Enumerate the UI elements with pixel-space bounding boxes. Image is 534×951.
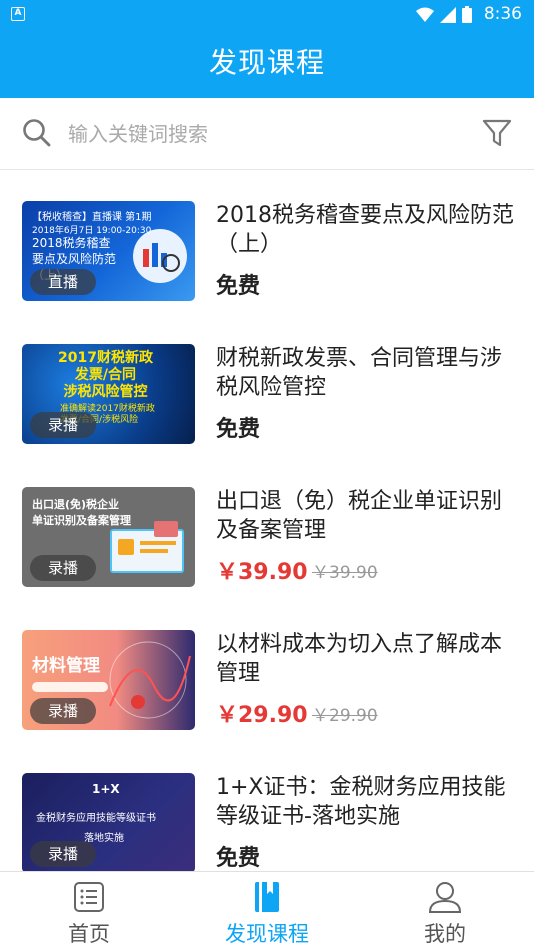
nav-label-home: 首页 (68, 922, 110, 946)
course-thumbnail[interactable]: 1+X 金税财务应用技能等级证书 落地实施 录播 (22, 773, 195, 871)
course-title[interactable]: 财税新政发票、合同管理与涉税风险管控 (216, 344, 516, 402)
original-price: ￥29.90 (312, 706, 378, 726)
course-list: 【税收稽查】直播课 第1期 2018年6月7日 19:00-20:30 2018税… (0, 171, 534, 871)
nav-discover[interactable]: 发现课程 (178, 872, 356, 951)
search-bar (0, 98, 534, 170)
app-notification-icon: A (11, 7, 25, 21)
course-item[interactable]: 【税收稽查】直播课 第1期 2018年6月7日 19:00-20:30 2018税… (0, 171, 534, 313)
course-price: 免费 (216, 846, 261, 871)
course-price: ￥29.90 (216, 703, 308, 728)
course-title[interactable]: 2018税务稽查要点及风险防范（上） (216, 201, 516, 259)
course-thumbnail[interactable]: 材料管理 录播 (22, 630, 195, 730)
app-header: 发现课程 (0, 28, 534, 98)
live-badge: 直播 (30, 269, 96, 295)
person-icon (428, 882, 462, 913)
course-title[interactable]: 以材料成本为切入点了解成本管理 (216, 630, 516, 688)
original-price: ￥39.90 (312, 563, 378, 583)
search-icon[interactable] (22, 118, 52, 148)
wifi-icon (416, 7, 434, 22)
page-title: 发现课程 (208, 46, 325, 79)
chart-illustration (109, 641, 191, 719)
course-item[interactable]: 1+X 金税财务应用技能等级证书 落地实施 录播 1+X证书：金税财务应用技能等… (0, 743, 534, 871)
recorded-badge: 录播 (30, 841, 96, 867)
search-input[interactable] (68, 118, 448, 150)
course-item[interactable]: 2017财税新政 发票/合同 涉税风险管控 准确解读2017财税新政 发票/合同/涉税… (0, 314, 534, 456)
nav-label-discover: 发现课程 (225, 922, 309, 946)
signal-icon (440, 6, 456, 23)
nav-label-profile: 我的 (424, 922, 466, 946)
system-icons (416, 6, 472, 23)
course-thumbnail[interactable]: 【税收稽查】直播课 第1期 2018年6月7日 19:00-20:30 2018税… (22, 201, 195, 301)
course-title[interactable]: 1+X证书：金税财务应用技能等级证书-落地实施 (216, 773, 516, 831)
course-price: 免费 (216, 274, 261, 299)
course-title[interactable]: 出口退（免）税企业单证识别及备案管理 (216, 487, 516, 545)
course-price: 免费 (216, 417, 261, 442)
course-thumbnail[interactable]: 出口退(免)税企业 单证识别及备案管理 录播 (22, 487, 195, 587)
course-thumbnail[interactable]: 2017财税新政 发票/合同 涉税风险管控 准确解读2017财税新政 发票/合同/涉税… (22, 344, 195, 444)
nav-home[interactable]: 首页 (0, 872, 178, 951)
battery-icon (462, 6, 472, 23)
nav-profile[interactable]: 我的 (356, 872, 534, 951)
course-price: ￥39.90 (216, 560, 308, 585)
book-icon (255, 882, 279, 912)
home-list-icon (74, 882, 104, 912)
status-time: 8:36 (483, 4, 522, 24)
bottom-nav: 首页 发现课程 我的 (0, 871, 534, 950)
course-item[interactable]: 材料管理 录播 以材料成本为切入点了解成本管理 ￥29.90 ￥29.90 (0, 600, 534, 742)
filter-icon[interactable] (482, 118, 512, 148)
course-item[interactable]: 出口退(免)税企业 单证识别及备案管理 录播 出口退（免）税企业单证识别及备案管理… (0, 457, 534, 599)
recorded-badge: 录播 (30, 412, 96, 438)
status-bar: A 8:36 (0, 0, 534, 28)
recorded-badge: 录播 (30, 555, 96, 581)
recorded-badge: 录播 (30, 698, 96, 724)
